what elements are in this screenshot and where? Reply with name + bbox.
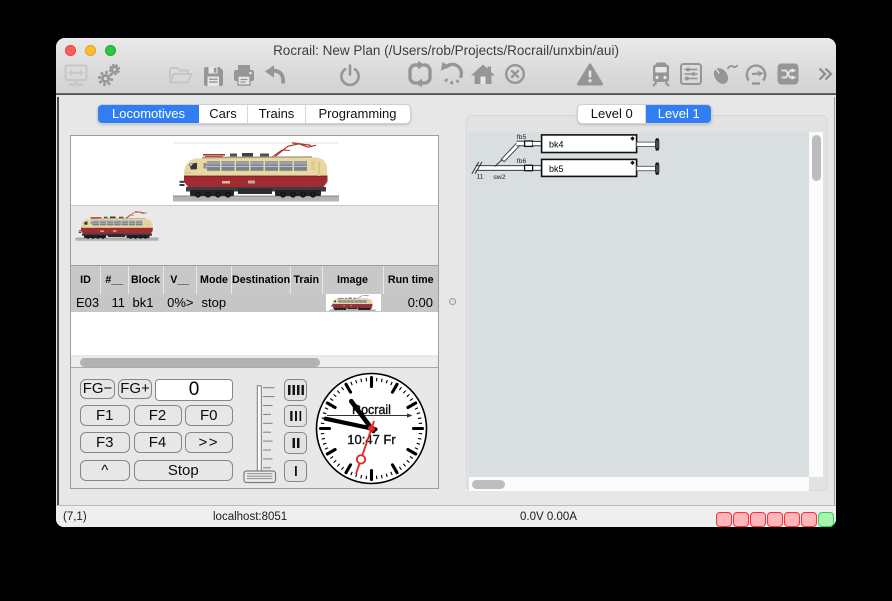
svg-text:sw2: sw2 [493,174,505,181]
svg-text:bk4: bk4 [549,140,564,150]
svg-text:11: 11 [477,174,484,181]
svg-text:10:47 Fr: 10:47 Fr [347,432,396,447]
svg-text:fb6: fb6 [517,158,527,165]
svg-text:fb5: fb5 [517,134,527,141]
svg-text:bk5: bk5 [549,164,564,174]
